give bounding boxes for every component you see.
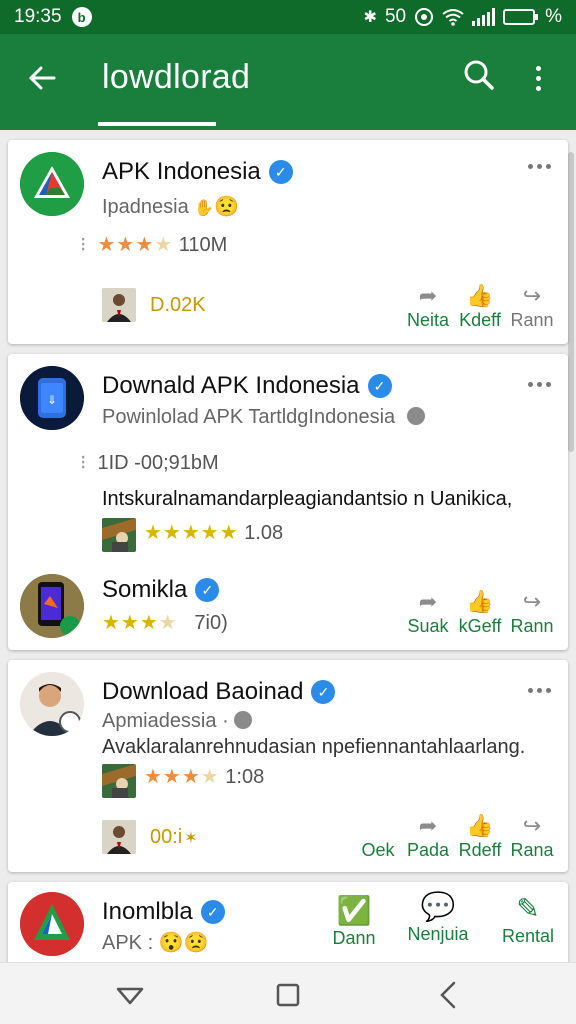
back-icon[interactable] — [430, 977, 466, 1013]
share-icon: ➦ — [418, 283, 438, 308]
profile-avatar — [20, 672, 84, 736]
app-description: Intskuralnamandarpleagiandantsio n Uanik… — [102, 488, 513, 510]
search-icon[interactable] — [462, 58, 502, 98]
card-menu-icon[interactable] — [528, 378, 558, 390]
share-icon: ➦ — [418, 813, 438, 838]
card-menu-icon[interactable] — [528, 684, 558, 696]
user-thumbnail — [102, 518, 136, 552]
verified-icon: ✓ — [311, 680, 336, 704]
page-title: lowdlorad — [102, 58, 251, 96]
notification-icon: b — [71, 7, 92, 27]
status-bar: 19:35 b ✱ 50 % — [0, 0, 576, 34]
forward-icon: ↪ — [522, 813, 542, 838]
sub-rating-row: ★★★★ 7i0) — [102, 612, 228, 634]
sub-app-name[interactable]: Somikla ✓ — [102, 576, 220, 604]
sparkle-icon: ✶ — [184, 830, 198, 847]
action-button[interactable]: ↪ Rann — [496, 282, 568, 331]
verified-icon: ✓ — [200, 900, 225, 924]
like-icon: 👍 — [466, 283, 494, 308]
app-logo — [20, 892, 84, 956]
battery-icon — [503, 9, 539, 25]
app-name[interactable]: Download Baoinad ✓ — [102, 678, 336, 706]
verified-icon: ✓ — [195, 578, 220, 602]
highlight-value: D.02K — [150, 294, 206, 316]
app-name[interactable]: Inomlbla ✓ — [102, 898, 225, 926]
app-logo: ⇓ — [20, 366, 84, 430]
wifi-icon — [442, 9, 464, 26]
status-time: 19:35 — [14, 6, 62, 27]
app-subtitle: Powinlolad APK TartldgIndonesia — [102, 406, 425, 429]
bluetooth-icon: ✱ — [363, 9, 377, 26]
rating-row: ★★★★ 1:08 — [144, 766, 265, 788]
highlight-value: 00:i ✶ — [150, 826, 198, 848]
user-thumbnail — [102, 820, 136, 854]
network-label: 50 — [384, 6, 407, 27]
forward-icon: ↪ — [522, 589, 542, 614]
home-icon[interactable] — [270, 977, 306, 1013]
app-card[interactable]: Inomlbla ✓ APK : 😯😟 ✅ Dann 💬 Nenjuia ✎ Renta… — [8, 882, 568, 972]
app-subtitle: Apmiadessia · — [102, 710, 253, 733]
battery-percent: % — [545, 6, 562, 27]
hand-icon: ✋ — [194, 200, 215, 217]
app-description: Avaklaralanrehnudasian npefiennantahlaar… — [102, 736, 526, 758]
rental-button[interactable]: ✎ Rental — [492, 892, 564, 947]
rating-row: ⁝ ★★★★ 110M — [80, 234, 228, 256]
star-rating: ★★★★ — [102, 612, 178, 634]
system-nav-bar — [0, 962, 576, 1024]
verified-icon: ✓ — [367, 374, 392, 398]
meta-row: ⁝ 1ID -00;91bM — [80, 452, 219, 474]
signal-icon — [472, 8, 496, 26]
forward-icon: ↪ — [522, 283, 542, 308]
chat-check-icon: ✅ — [336, 895, 372, 926]
message-button[interactable]: 💬 Nenjuia — [402, 890, 474, 945]
tab-indicator — [98, 122, 216, 126]
app-card[interactable]: ⇓ Downald APK Indonesia ✓ Powinlolad APK … — [8, 354, 568, 650]
like-icon: 👍 — [466, 589, 494, 614]
back-arrow-icon[interactable] — [22, 58, 62, 98]
message-icon: 💬 — [420, 891, 456, 922]
app-logo — [20, 152, 84, 216]
chat-button[interactable]: ✅ Dann — [318, 894, 390, 949]
recents-icon[interactable] — [112, 977, 148, 1013]
action-button[interactable]: ↪ Rann — [496, 588, 568, 637]
user-thumbnail — [102, 288, 136, 322]
scrollbar[interactable] — [568, 152, 574, 452]
like-icon: 👍 — [466, 813, 494, 838]
app-subtitle: Ipadnesia ✋😟 — [102, 196, 240, 218]
svg-text:⇓: ⇓ — [47, 393, 57, 407]
app-card[interactable]: Download Baoinad ✓ Apmiadessia · Avaklara… — [8, 660, 568, 872]
app-name[interactable]: APK Indonesia ✓ — [102, 158, 293, 186]
sub-app-logo — [20, 574, 84, 638]
emoji-icon: 😯 — [158, 932, 184, 954]
app-bar: lowdlorad — [0, 34, 576, 130]
location-icon — [415, 8, 434, 26]
app-card[interactable]: APK Indonesia ✓ Ipadnesia ✋😟 ⁝ ★★★★ 110M … — [8, 140, 568, 344]
star-rating: ★★★★ — [97, 234, 174, 256]
app-subtitle: APK : 😯😟 — [102, 932, 209, 954]
star-rating: ★★★★ — [144, 766, 220, 788]
verified-icon: ✓ — [268, 160, 293, 184]
star-rating: ★★★★★ — [144, 522, 239, 544]
edit-message-icon: ✎ — [516, 893, 540, 924]
overflow-menu-icon[interactable] — [520, 58, 556, 98]
emoji-icon: 😟 — [214, 196, 240, 218]
emoji-icon: 😟 — [183, 932, 209, 954]
rating-row: ★★★★★ 1.08 — [144, 522, 284, 544]
action-button[interactable]: ↪ Rana — [496, 812, 568, 861]
share-icon: ➦ — [418, 589, 438, 614]
app-name[interactable]: Downald APK Indonesia ✓ — [102, 372, 392, 400]
globe-icon — [406, 407, 425, 425]
globe-icon — [234, 711, 253, 729]
card-menu-icon[interactable] — [528, 160, 558, 172]
user-thumbnail — [102, 764, 136, 798]
